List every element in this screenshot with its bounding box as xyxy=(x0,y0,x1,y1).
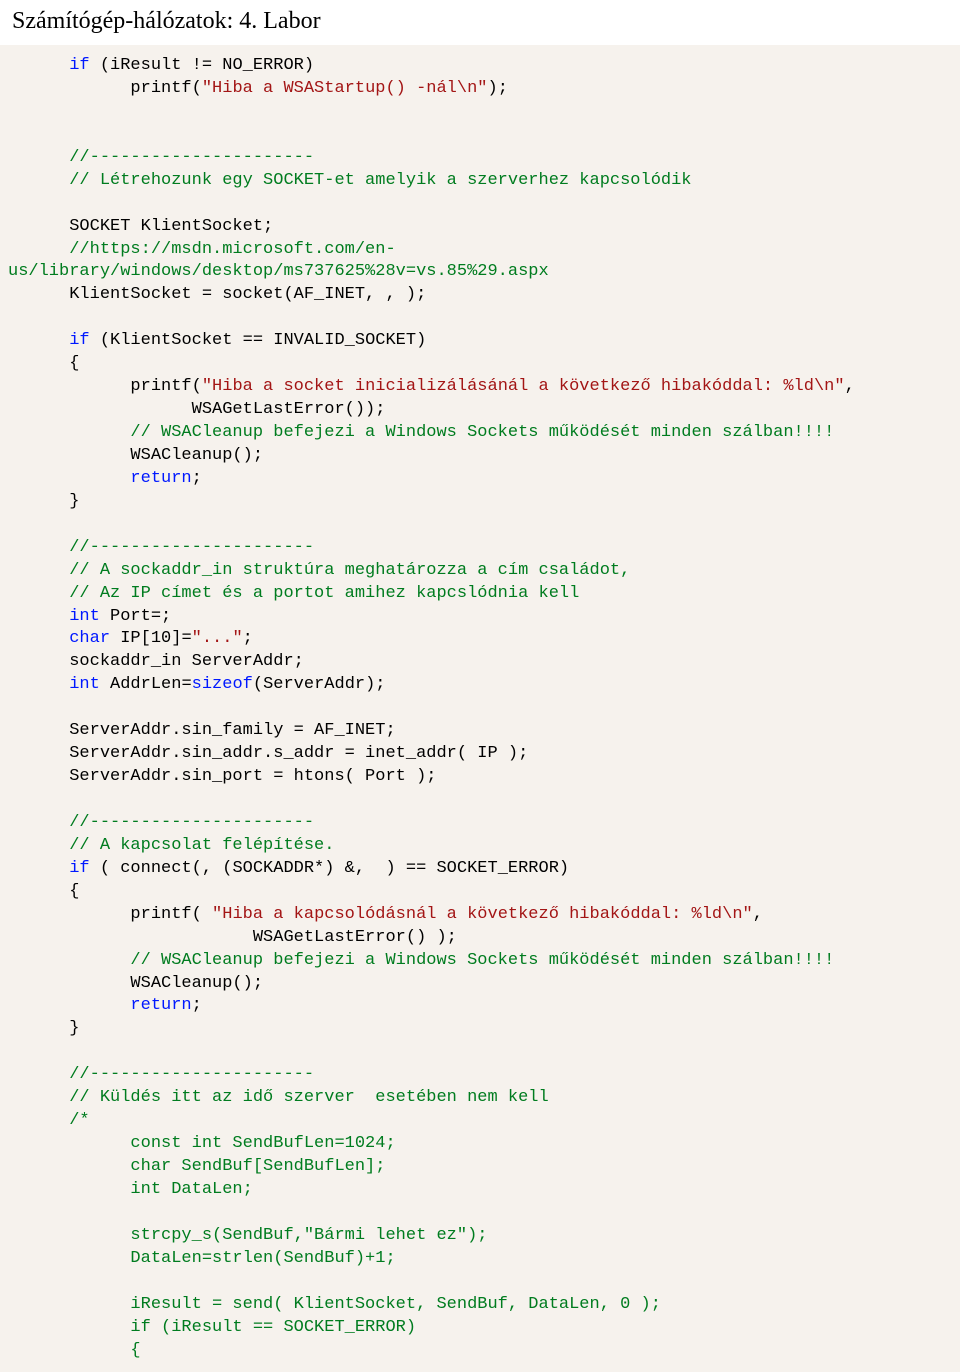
code-text: , xyxy=(753,905,763,924)
comment: // WSACleanup befejezi a Windows Sockets… xyxy=(8,423,834,442)
code-text: ServerAddr.sin_port = htons( Port ); xyxy=(8,767,436,786)
keyword-if: if xyxy=(69,56,89,75)
comment: // Küldés itt az idő szerver esetében ne… xyxy=(8,1088,559,1107)
keyword-if: if xyxy=(69,859,89,878)
string-literal: "..." xyxy=(192,629,243,648)
comment: char SendBuf[SendBufLen]; xyxy=(8,1157,385,1176)
keyword-int: int xyxy=(69,607,100,626)
code-text: ; xyxy=(192,996,202,1015)
code-text: (iResult != NO_ERROR) xyxy=(90,56,314,75)
code-text: (KlientSocket == INVALID_SOCKET) xyxy=(90,331,427,350)
brace: } xyxy=(8,492,79,511)
code-text: sockaddr_in ServerAddr; xyxy=(8,652,304,671)
comment: // WSACleanup befejezi a Windows Sockets… xyxy=(8,951,834,970)
keyword-return: return xyxy=(130,469,191,488)
comment: // Az IP címet és a portot amihez kapcsl… xyxy=(8,584,579,603)
page-title: Számítógép-hálózatok: 4. Labor xyxy=(0,0,960,45)
code-text: WSAGetLastError() ); xyxy=(8,928,457,947)
code-text: ); xyxy=(488,79,508,98)
code-text: ; xyxy=(192,469,202,488)
brace: { xyxy=(8,354,79,373)
code-text: AddrLen= xyxy=(100,675,192,694)
code-text: printf( xyxy=(8,79,202,98)
keyword-sizeof: sizeof xyxy=(192,675,253,694)
keyword-char: char xyxy=(69,629,110,648)
code-text: SOCKET KlientSocket; xyxy=(8,217,273,236)
keyword-if: if xyxy=(69,331,89,350)
code-text: IP[10]= xyxy=(110,629,192,648)
comment: //---------------------- xyxy=(8,148,314,167)
code-text: ; xyxy=(243,629,253,648)
code-text: ServerAddr.sin_addr.s_addr = inet_addr( … xyxy=(8,744,528,763)
keyword-int: int xyxy=(69,675,100,694)
comment: // A sockaddr_in struktúra meghatározza … xyxy=(8,561,630,580)
code-text: WSACleanup(); xyxy=(8,974,263,993)
comment: //---------------------- xyxy=(8,538,314,557)
code-listing: if (iResult != NO_ERROR) printf("Hiba a … xyxy=(0,45,960,1372)
comment: // Létrehozunk egy SOCKET-et amelyik a s… xyxy=(8,171,692,190)
document-page: Számítógép-hálózatok: 4. Labor if (iResu… xyxy=(0,0,960,1372)
string-literal: "Hiba a socket inicializálásánál a követ… xyxy=(202,377,845,396)
code-text: WSACleanup(); xyxy=(8,446,263,465)
keyword-return: return xyxy=(130,996,191,1015)
comment: //https://msdn.microsoft.com/en- xyxy=(8,240,396,259)
comment: DataLen=strlen(SendBuf)+1; xyxy=(8,1249,396,1268)
code-text: ServerAddr.sin_family = AF_INET; xyxy=(8,721,396,740)
code-text: , xyxy=(845,377,855,396)
brace: { xyxy=(8,882,79,901)
comment: if (iResult == SOCKET_ERROR) xyxy=(8,1318,416,1337)
comment-block-open: /* xyxy=(8,1111,90,1130)
comment: strcpy_s(SendBuf,"Bármi lehet ez"); xyxy=(8,1226,487,1245)
comment: //---------------------- xyxy=(8,813,314,832)
comment: // A kapcsolat felépítése. xyxy=(8,836,334,855)
comment: us/library/windows/desktop/ms737625%28v=… xyxy=(8,262,549,281)
code-text: (ServerAddr); xyxy=(253,675,386,694)
code-text: Port=; xyxy=(100,607,171,626)
code-text: KlientSocket = socket(AF_INET, , ); xyxy=(8,285,426,304)
string-literal: "Hiba a kapcsolódásnál a következő hibak… xyxy=(212,905,753,924)
code-text: ( connect(, (SOCKADDR*) &, ) == SOCKET_E… xyxy=(90,859,569,878)
brace: } xyxy=(8,1019,79,1038)
code-text: WSAGetLastError()); xyxy=(8,400,385,419)
code-text: printf( xyxy=(8,905,212,924)
comment: iResult = send( KlientSocket, SendBuf, D… xyxy=(8,1295,661,1314)
comment: { xyxy=(8,1341,141,1360)
comment: const int SendBufLen=1024; xyxy=(8,1134,396,1153)
string-literal: "Hiba a WSAStartup() -nál\n" xyxy=(202,79,488,98)
code-text: printf( xyxy=(8,377,202,396)
comment: //---------------------- xyxy=(8,1065,314,1084)
comment: int DataLen; xyxy=(8,1180,253,1199)
